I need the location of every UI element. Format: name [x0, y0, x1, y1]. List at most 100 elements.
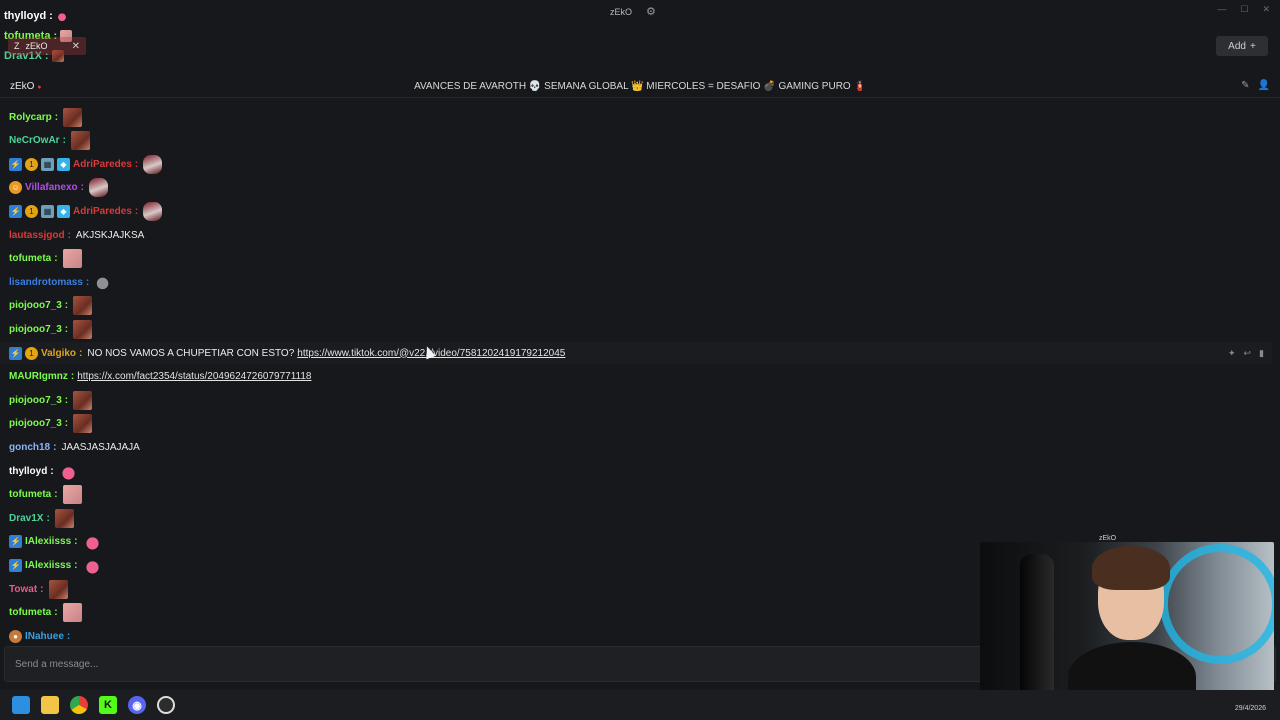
chat-message[interactable]: ⚡ 1 ▦ ◆ AdriParedes: — [9, 153, 163, 175]
pink-emote-icon — [62, 249, 82, 269]
face-emote-icon — [73, 390, 93, 410]
chat-username[interactable]: AdriParedes — [73, 206, 132, 217]
chat-username[interactable]: INahuee — [25, 631, 64, 642]
cube-badge-icon: ◆ — [57, 204, 70, 218]
chat-username[interactable]: AdriParedes — [73, 159, 132, 170]
live-dot-icon: ● — [37, 84, 42, 91]
chat-username[interactable]: Rolycarp — [9, 112, 52, 123]
chat-message[interactable]: ● INahuee: — [9, 625, 70, 647]
chat-message[interactable]: piojooo7_3: — [9, 318, 93, 340]
chat-message[interactable]: lisandrotomass: — [9, 271, 114, 293]
chat-message[interactable]: ⚡ 1 ▦ ◆ AdriParedes: — [9, 200, 163, 222]
chat-username[interactable]: tofumeta — [9, 253, 51, 264]
chat-username[interactable]: Towat — [9, 584, 37, 595]
chat-message[interactable]: ⚡ IAlexiisss: — [9, 554, 102, 576]
chat-username[interactable]: piojooo7_3 — [9, 395, 62, 406]
chat-username[interactable]: MAURIgmnz — [9, 371, 68, 382]
close-icon[interactable]: ✕ — [1262, 4, 1270, 15]
chat-message[interactable]: piojooo7_3: — [9, 389, 93, 411]
chat-username[interactable]: lautassjgod — [9, 230, 65, 241]
chat-username[interactable]: lisandrotomass — [9, 277, 83, 288]
minimize-icon[interactable]: — — [1217, 4, 1226, 15]
kick-app-icon[interactable]: K — [99, 696, 117, 714]
chat-message[interactable]: tofumeta: — [9, 602, 82, 624]
chat-username[interactable]: tofumeta — [9, 489, 51, 500]
chat-username[interactable]: Valgiko — [41, 348, 76, 359]
can-emote-icon — [143, 154, 163, 174]
chat-message[interactable]: Towat: — [9, 578, 68, 600]
chat-username[interactable]: piojooo7_3 — [9, 324, 62, 335]
face-emote-icon — [73, 414, 93, 434]
ring-light — [1160, 544, 1274, 664]
chat-username[interactable]: NeCrOwAr — [9, 135, 60, 146]
chat-message[interactable]: piojooo7_3: — [9, 295, 93, 317]
gear-icon[interactable]: ⚙ — [646, 5, 656, 18]
chat-message[interactable]: ⚡ 1 Valgiko: NO NOS VAMOS A CHUPETIAR CON E… — [0, 342, 1272, 364]
obs-icon[interactable] — [157, 696, 175, 714]
chat-username[interactable]: piojooo7_3 — [9, 300, 62, 311]
chat-message-text: NO NOS VAMOS A CHUPETIAR CON ESTO? — [87, 347, 295, 359]
chat-message[interactable]: ⚡ IAlexiisss: — [9, 531, 102, 553]
grid-badge-icon: ▦ — [41, 204, 54, 218]
chat-username[interactable]: IAlexiisss — [25, 536, 71, 547]
chat-separator: : — [80, 182, 84, 194]
file-explorer-icon[interactable] — [41, 696, 59, 714]
verified-badge-icon: ⚡ — [9, 204, 22, 218]
chat-separator: : — [66, 630, 71, 642]
chat-separator: : — [64, 418, 69, 430]
sub-badge-icon: 1 — [25, 157, 38, 171]
pin-icon[interactable]: ✎ — [1241, 80, 1249, 91]
chat-username[interactable]: tofumeta — [9, 607, 51, 618]
chat-message[interactable]: Rolycarp: — [9, 106, 83, 128]
chrome-icon[interactable] — [70, 696, 88, 714]
user-icon[interactable]: 👤 — [1258, 80, 1270, 91]
chat-username[interactable]: thylloyd — [9, 466, 47, 477]
chat-username[interactable]: IAlexiisss — [25, 560, 71, 571]
chat-username[interactable]: gonch18 — [9, 442, 50, 453]
chat-message[interactable]: piojooo7_3: — [9, 413, 93, 435]
tab-zeko[interactable]: Z zEkO ✕ — [8, 37, 86, 55]
pin-message-icon[interactable]: ✦ — [1228, 348, 1236, 359]
chat-message[interactable]: tofumeta: — [9, 484, 82, 506]
add-button[interactable]: Add + — [1216, 36, 1268, 56]
sub-badge-icon: 1 — [25, 346, 38, 360]
chat-message[interactable]: MAURIgmnz: https://x.com/fact2354/status/… — [9, 366, 311, 388]
chat-separator: : — [70, 371, 75, 383]
channel-actions: ✎ 👤 — [1241, 80, 1270, 91]
chat-separator: : — [74, 536, 78, 548]
reply-icon[interactable]: ↩ — [1244, 348, 1252, 359]
windows-start-icon[interactable] — [12, 696, 30, 714]
sub-badge-icon: 1 — [25, 204, 38, 218]
maximize-icon[interactable]: ☐ — [1240, 4, 1248, 15]
taskbar: K ◉ 29/4/2026 — [0, 690, 1280, 720]
chat-message[interactable]: NeCrOwAr: — [9, 130, 90, 152]
face-emote-icon — [48, 579, 68, 599]
chat-message[interactable]: tofumeta: — [9, 248, 82, 270]
bear-badge-icon: ● — [9, 629, 22, 643]
heart-emote-icon — [55, 10, 68, 22]
overlay-separator: : — [49, 10, 53, 22]
chat-message[interactable]: ☺ Villafanexo: — [9, 177, 108, 199]
chat-username[interactable]: Villafanexo — [25, 182, 78, 193]
delete-icon[interactable]: ▮ — [1259, 348, 1264, 359]
chat-message-link[interactable]: https://x.com/fact2354/status/2049624726… — [77, 371, 311, 382]
chat-username[interactable]: Drav1X — [9, 513, 43, 524]
chat-username[interactable]: piojooo7_3 — [9, 418, 62, 429]
chat-message[interactable]: lautassjgod: AKJSKJAJKSA — [9, 224, 144, 246]
chat-separator: : — [54, 111, 59, 123]
chat-message[interactable]: thylloyd: — [9, 460, 78, 482]
channel-name[interactable]: zEkO — [10, 81, 34, 92]
chat-separator: : — [62, 135, 66, 147]
stream-title: AVANCES DE AVAROTH 💀 SEMANA GLOBAL 👑 MIE… — [414, 81, 866, 92]
streamer-hair — [1092, 546, 1170, 590]
discord-icon[interactable]: ◉ — [128, 696, 146, 714]
kick-icon: Z — [14, 41, 20, 51]
plus-icon: + — [1249, 40, 1256, 52]
close-tab-icon[interactable]: ✕ — [72, 41, 80, 52]
chat-message[interactable]: Drav1X: — [9, 507, 74, 529]
overlay-username: thylloyd — [4, 10, 47, 22]
chat-separator: : — [64, 323, 69, 335]
chat-message[interactable]: gonch18: JAASJASJAJAJA — [9, 436, 140, 458]
chat-separator: : — [46, 512, 50, 524]
chat-separator: : — [54, 489, 58, 501]
